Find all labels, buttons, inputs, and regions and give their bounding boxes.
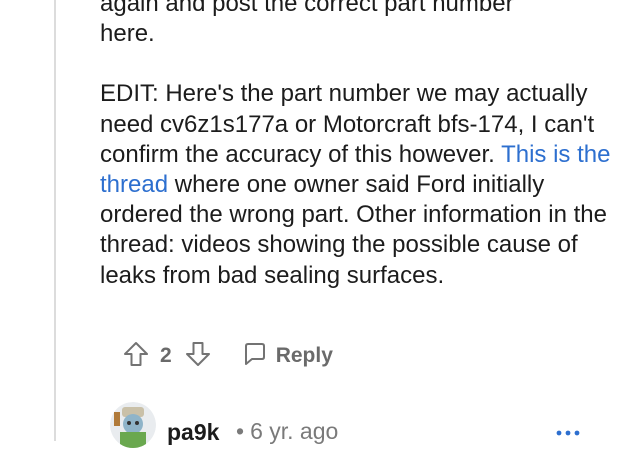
vote-score: 2 (160, 344, 172, 367)
downvote-arrow-icon[interactable] (184, 340, 212, 373)
reply-label: Reply (275, 344, 333, 367)
avatar[interactable] (110, 402, 156, 448)
more-options-icon[interactable] (556, 424, 580, 442)
comment-body: again and post the correct part number h… (100, 0, 620, 321)
comment-paragraph-1: again and post the correct part number h… (100, 0, 620, 49)
child-comment-header: pa9k • 6 yr. ago (110, 402, 640, 452)
comment-paragraph-2: EDIT: Here's the part number we may actu… (100, 79, 620, 290)
comment-actions: 2 Reply (122, 340, 333, 372)
comment-text: where one owner said Ford initially orde… (100, 171, 607, 289)
upvote-arrow-icon[interactable] (122, 340, 150, 373)
chat-bubble-icon (242, 341, 268, 372)
comment-text: here. (100, 20, 155, 48)
thread-line[interactable] (54, 0, 56, 441)
comment-age: 6 yr. ago (250, 418, 339, 444)
reply-button[interactable]: Reply (242, 341, 333, 372)
separator-dot: • (236, 418, 245, 444)
comment-text: again and post the correct part number (100, 0, 514, 17)
username[interactable]: pa9k (167, 419, 219, 446)
